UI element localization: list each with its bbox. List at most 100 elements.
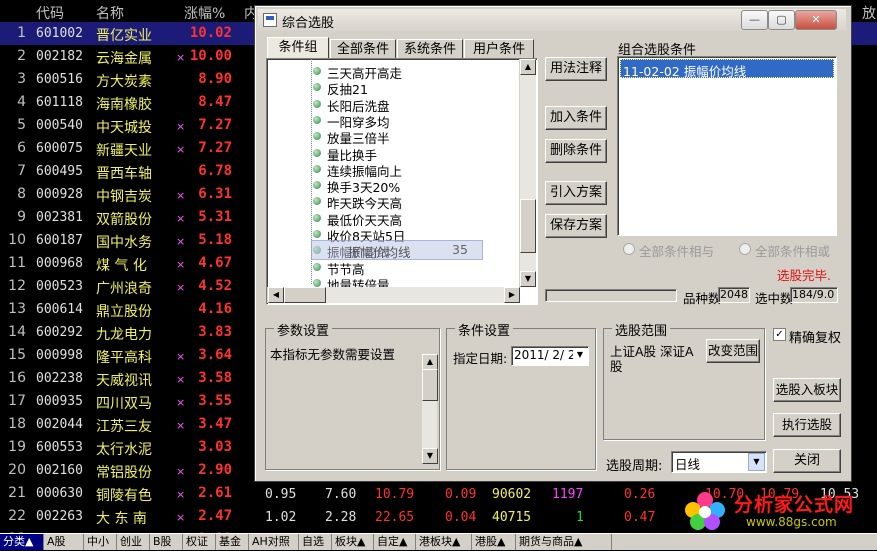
scroll-down-button[interactable]: ▼ — [520, 271, 536, 287]
stock-name: 常铝股份 — [96, 465, 152, 481]
stock-code: 600614 — [36, 302, 83, 317]
header-code[interactable]: 代码 — [36, 3, 64, 23]
param-scroll-thumb[interactable] — [422, 369, 438, 401]
scroll-up-button[interactable]: ▲ — [520, 59, 536, 75]
row23-cell: 0.47 — [624, 510, 656, 525]
progress-bar — [545, 289, 677, 302]
date-dropdown-icon[interactable]: ▼ — [573, 348, 587, 362]
stock-mark: × — [176, 258, 186, 271]
header-change[interactable]: 涨幅% — [184, 3, 225, 23]
bottom-tab[interactable]: 基金 — [216, 534, 249, 550]
radio-all-or-label: 全部条件相或 — [755, 244, 831, 259]
period-select[interactable]: 日线 ▼ — [671, 451, 767, 473]
bottom-tab[interactable]: AH对照 — [249, 534, 299, 550]
param-settings-title: 参数设置 — [274, 320, 333, 339]
radio-all-or[interactable] — [739, 243, 751, 255]
formula-icon — [313, 99, 321, 108]
stock-count-field: 2048 — [718, 287, 750, 303]
watermark-logo: 分析家公式网 www.88gs.com — [680, 488, 875, 532]
exact-adjust-checkbox[interactable]: ✓ — [773, 328, 786, 341]
bottom-tab[interactable]: 中小 — [84, 534, 117, 550]
tab-all-conditions[interactable]: 全部条件 — [330, 39, 396, 60]
row-index: 2 — [17, 48, 26, 64]
range-group: 选股范围 上证A股 深证A股 改变范围 — [603, 320, 765, 440]
tab-system-conditions[interactable]: 系统条件 — [397, 39, 463, 60]
stock-name: 广州浪奇 — [96, 281, 152, 297]
scroll-right-button[interactable]: ▶ — [504, 287, 520, 303]
radio-all-and[interactable] — [623, 243, 635, 255]
delete-condition-button[interactable]: 删除条件 — [545, 139, 607, 163]
usage-notes-button[interactable]: 用法注释 — [545, 57, 607, 81]
combo-conditions-list[interactable]: 11-02-02 振幅价均线 — [617, 56, 837, 236]
bottom-tab[interactable]: 自选 — [299, 534, 332, 550]
formula-icon — [313, 148, 321, 157]
close-icon[interactable]: ✕ — [795, 10, 837, 30]
tree-hscrollbar[interactable]: ◀ ▶ — [267, 287, 520, 303]
stock-code: 002381 — [36, 210, 83, 225]
tree-vscrollbar[interactable]: ▲ ▼ — [519, 59, 536, 287]
bottom-tab[interactable]: B股 — [150, 534, 183, 550]
close-button[interactable]: 关闭 — [773, 449, 841, 473]
row-index: 3 — [17, 71, 26, 87]
bottom-tab[interactable]: 自定▲ — [374, 534, 416, 550]
tab-condition-group[interactable]: 条件组 — [267, 37, 329, 60]
status-text: 选股完毕. — [777, 268, 831, 283]
bottom-tab[interactable]: 分类▲ — [0, 534, 44, 550]
period-value: 日线 — [675, 457, 701, 472]
param-scroll-down[interactable]: ▼ — [422, 448, 438, 464]
combo-condition-item[interactable]: 11-02-02 振幅价均线 — [620, 59, 834, 79]
row22-cell: 0.95 — [265, 487, 297, 502]
stock-change: 7.27 — [198, 117, 232, 133]
stock-change: 3.03 — [198, 439, 232, 455]
formula-icon — [313, 278, 321, 287]
window-icon — [263, 13, 277, 27]
bottom-tab[interactable]: A股 — [44, 534, 84, 550]
stock-name: 中天城投 — [96, 120, 152, 136]
bottom-tab[interactable]: 板块▲ — [332, 534, 374, 550]
minimize-button[interactable]: — — [741, 10, 768, 30]
row-index: 19 — [8, 439, 26, 455]
change-range-button[interactable]: 改变范围 — [706, 339, 760, 363]
period-dropdown-icon[interactable]: ▼ — [748, 453, 765, 471]
stock-code: 000935 — [36, 394, 83, 409]
row-index: 5 — [17, 117, 26, 133]
condition-tree[interactable]: 三天高开高走 反抽21 长阳后洗盘 一阳穿多均 放量三倍半 量比换手 连续振幅向上 换手3天2… — [266, 58, 538, 305]
row-index: 15 — [8, 347, 26, 363]
maximize-button[interactable]: ▢ — [768, 10, 795, 30]
stock-change: 4.16 — [198, 301, 232, 317]
row23-cell: 2.28 — [325, 510, 357, 525]
save-plan-button[interactable]: 保存方案 — [545, 214, 607, 238]
bottom-tab[interactable]: 港股▲ — [472, 534, 516, 550]
stock-name: 海南橡胶 — [96, 97, 152, 113]
bottom-tab[interactable]: 期货与商品▲ — [516, 534, 612, 550]
param-scrollbar[interactable]: ▲ ▼ — [421, 354, 438, 464]
hscroll-thumb[interactable] — [284, 287, 326, 303]
bottom-tab[interactable]: 权证 — [183, 534, 216, 550]
combo-condition-item-label: 11-02-02 振幅价均线 — [623, 64, 747, 79]
formula-icon — [313, 213, 321, 222]
row-index: 17 — [8, 393, 26, 409]
header-right-edge[interactable]: 放 — [862, 3, 876, 23]
add-condition-button[interactable]: 加入条件 — [545, 106, 607, 130]
formula-icon — [313, 67, 321, 75]
bottom-tab[interactable]: 创业 — [117, 534, 150, 550]
run-selection-button[interactable]: 执行选股 — [773, 413, 841, 437]
row22-cell: 10.79 — [375, 487, 415, 502]
scroll-left-button[interactable]: ◀ — [268, 287, 284, 303]
tab-user-conditions[interactable]: 用户条件 — [464, 39, 534, 60]
add-to-block-button[interactable]: 选股入板块 — [773, 378, 841, 402]
param-scroll-up[interactable]: ▲ — [422, 354, 438, 370]
stock-change: 5.31 — [198, 209, 232, 225]
import-plan-button[interactable]: 引入方案 — [545, 181, 607, 205]
stock-name: 四川双马 — [96, 396, 152, 412]
stock-code: 601118 — [36, 95, 83, 110]
range-title: 选股范围 — [612, 320, 671, 339]
dialog-titlebar[interactable]: 综合选股 — ▢ ✕ — [258, 9, 846, 31]
row23-cell: 1.02 — [265, 510, 297, 525]
header-name[interactable]: 名称 — [96, 3, 124, 23]
bottom-tab[interactable]: 港板块▲ — [416, 534, 472, 550]
stock-name: 方大炭素 — [96, 74, 152, 90]
period-label: 选股周期: — [606, 459, 663, 474]
scroll-thumb[interactable] — [520, 199, 536, 253]
date-picker[interactable]: 2011/ 2/ 2 ▼ — [511, 346, 589, 366]
